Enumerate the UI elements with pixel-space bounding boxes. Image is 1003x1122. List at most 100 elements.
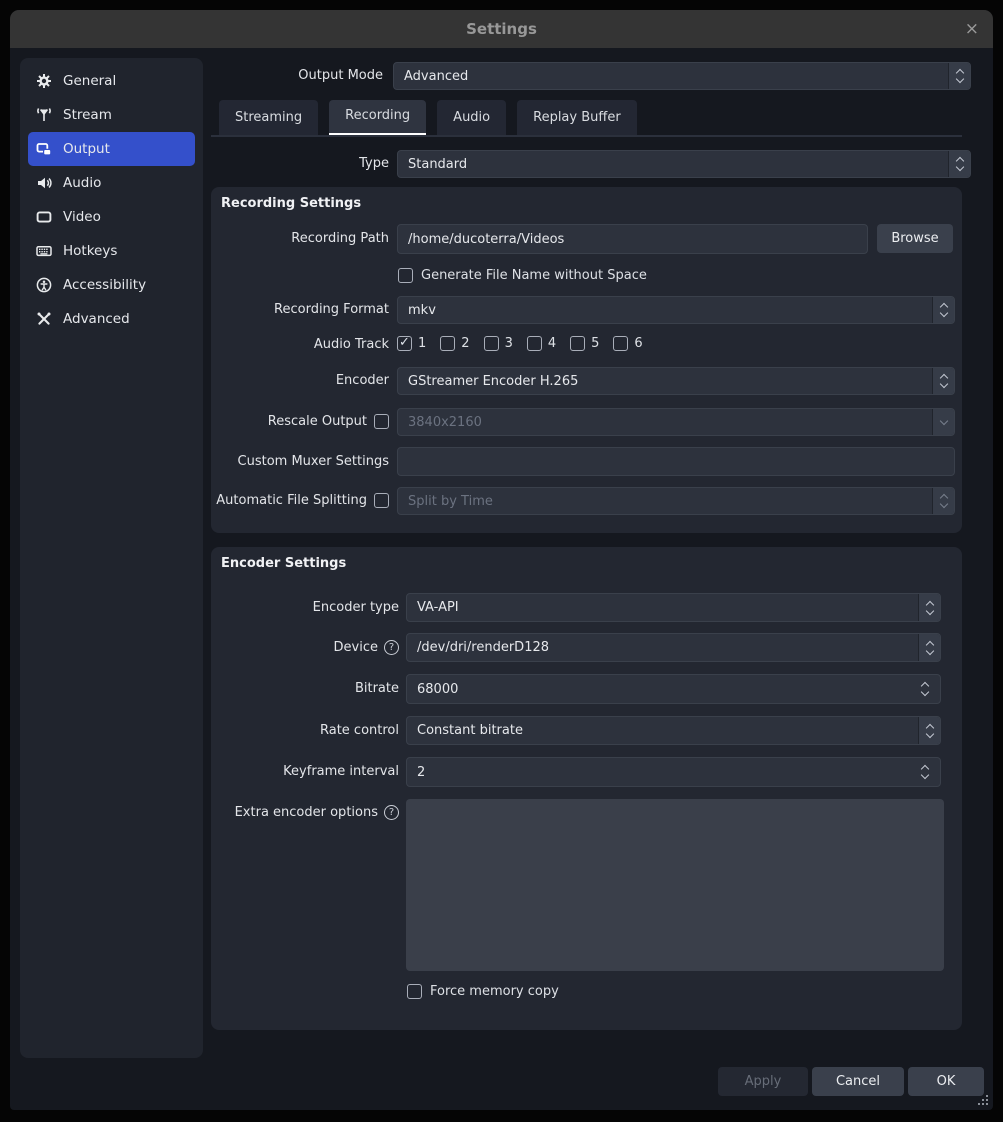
sidebar-item-video[interactable]: Video	[28, 200, 195, 234]
window-title: Settings	[10, 10, 993, 48]
auto-split-checkbox[interactable]	[374, 493, 389, 508]
rescale-output-label: Rescale Output	[211, 408, 367, 436]
sidebar-item-hotkeys[interactable]: Hotkeys	[28, 234, 195, 268]
rate-control-value: Constant bitrate	[407, 723, 918, 738]
tab-divider	[211, 135, 962, 137]
generate-no-space-row[interactable]: Generate File Name without Space	[398, 268, 647, 283]
output-mode-select[interactable]: Advanced	[393, 62, 971, 90]
sidebar-item-label: General	[63, 73, 116, 89]
settings-window: Settings × General Stream Output Audio V…	[10, 10, 993, 1110]
audio-track-4[interactable]: 4	[527, 336, 556, 351]
rescale-output-value: 3840x2160	[398, 415, 932, 430]
tab-recording[interactable]: Recording	[329, 100, 426, 135]
close-icon[interactable]: ×	[965, 10, 979, 48]
combo-arrows-icon[interactable]	[918, 634, 940, 661]
sidebar-item-label: Output	[63, 141, 110, 157]
audio-track-4-checkbox[interactable]	[527, 336, 542, 351]
combo-arrow-icon	[932, 409, 954, 435]
keyframe-interval-label: Keyframe interval	[211, 757, 399, 787]
audio-track-1-checkbox[interactable]	[397, 336, 412, 351]
audio-track-5-checkbox[interactable]	[570, 336, 585, 351]
sidebar-item-audio[interactable]: Audio	[28, 166, 195, 200]
bitrate-spinbox[interactable]: 68000	[406, 674, 941, 704]
extra-options-label-row: Extra encoder options ?	[211, 802, 399, 822]
audio-track-2[interactable]: 2	[440, 336, 469, 351]
auto-split-select: Split by Time	[397, 487, 955, 515]
combo-arrows-icon[interactable]	[918, 717, 940, 744]
encoder-value: GStreamer Encoder H.265	[398, 374, 932, 389]
sidebar-item-label: Audio	[63, 175, 101, 191]
type-value: Standard	[398, 157, 948, 172]
encoder-type-select[interactable]: VA-API	[406, 593, 941, 622]
custom-muxer-input[interactable]	[397, 447, 955, 476]
sidebar-item-label: Video	[63, 209, 101, 225]
sidebar-item-stream[interactable]: Stream	[28, 98, 195, 132]
output-mode-label: Output Mode	[173, 62, 383, 90]
sidebar-item-label: Accessibility	[63, 277, 146, 293]
device-select[interactable]: /dev/dri/renderD128	[406, 633, 941, 662]
combo-arrows-icon[interactable]	[948, 151, 970, 177]
cancel-button[interactable]: Cancel	[812, 1067, 904, 1096]
browse-button[interactable]: Browse	[877, 224, 953, 253]
device-label-row: Device ?	[211, 633, 399, 662]
encoder-type-label: Encoder type	[211, 593, 399, 622]
encoder-select[interactable]: GStreamer Encoder H.265	[397, 367, 955, 395]
rescale-output-checkbox[interactable]	[374, 414, 389, 429]
force-memory-copy-checkbox[interactable]	[407, 984, 422, 999]
recording-path-value: /home/ducoterra/Videos	[398, 232, 867, 247]
auto-split-value: Split by Time	[398, 494, 932, 509]
audio-track-3[interactable]: 3	[484, 336, 513, 351]
gear-icon	[36, 73, 52, 89]
force-memory-copy-row[interactable]: Force memory copy	[407, 984, 559, 999]
sidebar-item-accessibility[interactable]: Accessibility	[28, 268, 195, 302]
combo-arrows-icon[interactable]	[932, 368, 954, 394]
bitrate-value: 68000	[407, 682, 940, 697]
titlebar[interactable]: Settings ×	[10, 10, 993, 48]
encoder-label: Encoder	[211, 367, 389, 395]
resize-grip-icon[interactable]	[975, 1094, 989, 1107]
sidebar: General Stream Output Audio Video Hotkey…	[20, 58, 203, 1058]
help-icon[interactable]: ?	[384, 640, 399, 655]
recording-settings-card: Recording Settings Recording Path /home/…	[211, 187, 962, 533]
device-label: Device	[334, 640, 378, 655]
keyframe-interval-spinbox[interactable]: 2	[406, 757, 941, 787]
rate-control-select[interactable]: Constant bitrate	[406, 716, 941, 745]
sidebar-item-general[interactable]: General	[28, 64, 195, 98]
audio-track-2-checkbox[interactable]	[440, 336, 455, 351]
speaker-icon	[36, 175, 52, 191]
tab-streaming[interactable]: Streaming	[219, 100, 318, 135]
extra-options-textarea[interactable]	[406, 799, 944, 971]
ok-button[interactable]: OK	[908, 1067, 984, 1096]
recording-format-select[interactable]: mkv	[397, 296, 955, 324]
bitrate-label: Bitrate	[211, 674, 399, 704]
audio-track-6-checkbox[interactable]	[613, 336, 628, 351]
audio-track-3-checkbox[interactable]	[484, 336, 499, 351]
rate-control-label: Rate control	[211, 716, 399, 745]
combo-arrows-icon[interactable]	[918, 594, 940, 621]
help-icon[interactable]: ?	[384, 805, 399, 820]
force-memory-copy-label: Force memory copy	[430, 984, 559, 999]
audio-track-1[interactable]: 1	[397, 336, 426, 351]
rescale-output-select: 3840x2160	[397, 408, 955, 436]
sidebar-item-label: Advanced	[63, 311, 130, 327]
combo-arrows-icon[interactable]	[932, 297, 954, 323]
audio-track-6[interactable]: 6	[613, 336, 642, 351]
output-tabs: Streaming Recording Audio Replay Buffer	[219, 100, 637, 136]
type-select[interactable]: Standard	[397, 150, 971, 178]
extra-options-label: Extra encoder options	[235, 805, 378, 820]
sidebar-item-output[interactable]: Output	[28, 132, 195, 166]
audio-track-5[interactable]: 5	[570, 336, 599, 351]
recording-format-value: mkv	[398, 303, 932, 318]
output-display-icon	[36, 141, 52, 157]
generate-no-space-checkbox[interactable]	[398, 268, 413, 283]
sidebar-item-advanced[interactable]: Advanced	[28, 302, 195, 336]
recording-path-input[interactable]: /home/ducoterra/Videos	[397, 224, 868, 254]
tab-replay-buffer[interactable]: Replay Buffer	[517, 100, 637, 135]
recording-settings-title: Recording Settings	[221, 196, 361, 211]
apply-button[interactable]: Apply	[718, 1067, 808, 1096]
combo-arrows-icon	[932, 488, 954, 514]
monitor-icon	[36, 209, 52, 225]
combo-arrows-icon[interactable]	[948, 63, 970, 89]
generate-no-space-label: Generate File Name without Space	[421, 268, 647, 283]
tab-audio[interactable]: Audio	[437, 100, 506, 135]
